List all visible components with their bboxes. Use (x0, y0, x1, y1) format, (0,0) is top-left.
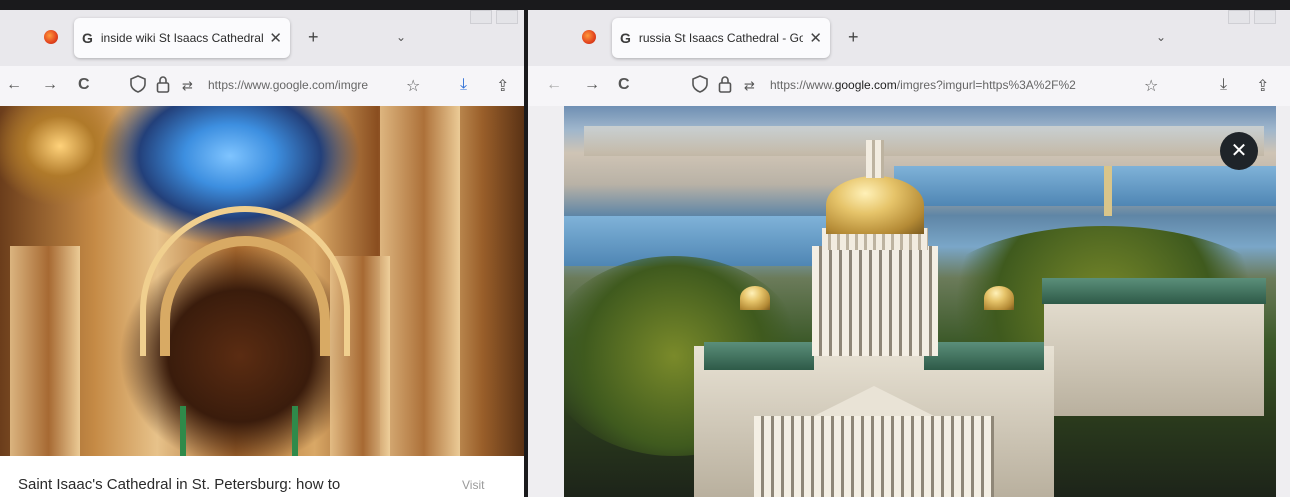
google-icon: G (620, 30, 631, 46)
url-field[interactable]: https://www.google.com/imgre (208, 78, 398, 92)
tab-title: russia St Isaacs Cathedral - Goo (638, 31, 804, 45)
cathedral-aerial-image[interactable] (564, 106, 1276, 497)
spire (1104, 166, 1112, 216)
malachite-column (180, 406, 186, 456)
permissions-icon[interactable]: ⇄ (744, 78, 755, 94)
right-browser-window: G russia St Isaacs Cathedral - Goo ✕ + ⌄… (528, 10, 1290, 497)
city-skyline (584, 126, 1264, 156)
back-icon[interactable]: ← (6, 76, 22, 94)
tab-title: inside wiki St Isaacs Cathedral - (100, 31, 264, 45)
download-icon[interactable]: ⤓ (460, 76, 467, 94)
share-icon[interactable]: ⇪ (496, 76, 509, 96)
arch (140, 206, 350, 356)
bookmark-star-icon[interactable]: ☆ (406, 76, 420, 96)
url-field[interactable]: https://www.google.com/imgres?imgurl=htt… (770, 78, 1130, 92)
small-dome (984, 286, 1014, 310)
river (894, 166, 1276, 206)
forward-icon[interactable]: → (42, 76, 58, 94)
google-icon: G (82, 30, 93, 46)
visit-button[interactable]: Visit (462, 478, 484, 492)
pediment (814, 386, 934, 416)
url-path: /imgres?imgurl=https%3A%2F%2 (896, 78, 1076, 92)
tab-list-icon[interactable]: ⌄ (1156, 30, 1166, 44)
admiralty-building (1044, 286, 1264, 416)
result-caption-bar: Saint Isaac's Cathedral in St. Petersbur… (0, 456, 524, 497)
page-content: Saint Isaac's Cathedral in St. Petersbur… (0, 106, 524, 497)
download-icon[interactable]: ⤓ (1220, 76, 1227, 94)
firefox-icon[interactable] (582, 30, 596, 44)
minimize-button[interactable] (1228, 10, 1250, 24)
left-browser-window: G inside wiki St Isaacs Cathedral - ✕ + … (0, 10, 524, 497)
portico-columns (754, 416, 994, 497)
small-dome (740, 286, 770, 310)
tab-close-icon[interactable]: ✕ (809, 29, 822, 47)
maximize-button[interactable] (496, 10, 518, 24)
permissions-icon[interactable]: ⇄ (182, 78, 193, 94)
page-content: ✕ (528, 106, 1290, 497)
lock-icon[interactable] (156, 75, 170, 98)
green-roof (704, 342, 814, 370)
golden-dome (826, 176, 924, 234)
lock-icon[interactable] (718, 75, 732, 98)
maximize-button[interactable] (1254, 10, 1276, 24)
green-roof (1042, 278, 1266, 304)
bookmark-star-icon[interactable]: ☆ (1144, 76, 1158, 96)
green-roof (924, 342, 1044, 370)
tab-strip: G inside wiki St Isaacs Cathedral - ✕ + … (0, 10, 524, 66)
forward-icon[interactable]: → (584, 76, 600, 94)
lantern (866, 140, 884, 178)
close-preview-button[interactable]: ✕ (1220, 132, 1258, 170)
tab-active[interactable]: G russia St Isaacs Cathedral - Goo ✕ (612, 18, 830, 58)
tab-active[interactable]: G inside wiki St Isaacs Cathedral - ✕ (74, 18, 290, 58)
nav-toolbar: ← → C ⇄ https://www.google.com/imgre ☆ ⤓… (0, 66, 524, 106)
result-title[interactable]: Saint Isaac's Cathedral in St. Petersbur… (18, 476, 340, 493)
url-prefix: https://www. (770, 78, 835, 92)
nav-toolbar: ← → C ⇄ https://www.google.com/imgres?im… (528, 66, 1290, 106)
dome-drum (812, 246, 938, 356)
cathedral-interior-image[interactable] (0, 106, 524, 456)
reload-icon[interactable]: C (618, 76, 630, 94)
tab-list-icon[interactable]: ⌄ (396, 30, 406, 44)
share-icon[interactable]: ⇪ (1256, 76, 1269, 96)
shield-icon[interactable] (130, 75, 146, 98)
river (564, 216, 854, 266)
back-icon[interactable]: ← (546, 76, 562, 94)
new-tab-button[interactable]: + (308, 27, 319, 48)
tab-strip: G russia St Isaacs Cathedral - Goo ✕ + ⌄ (528, 10, 1290, 66)
malachite-column (292, 406, 298, 456)
reload-icon[interactable]: C (78, 76, 90, 94)
new-tab-button[interactable]: + (848, 27, 859, 48)
firefox-icon[interactable] (44, 30, 58, 44)
url-domain: google.com (834, 78, 897, 92)
column (380, 106, 460, 456)
shield-icon[interactable] (692, 75, 708, 98)
column (10, 246, 80, 456)
tab-close-icon[interactable]: ✕ (269, 29, 282, 47)
minimize-button[interactable] (470, 10, 492, 24)
